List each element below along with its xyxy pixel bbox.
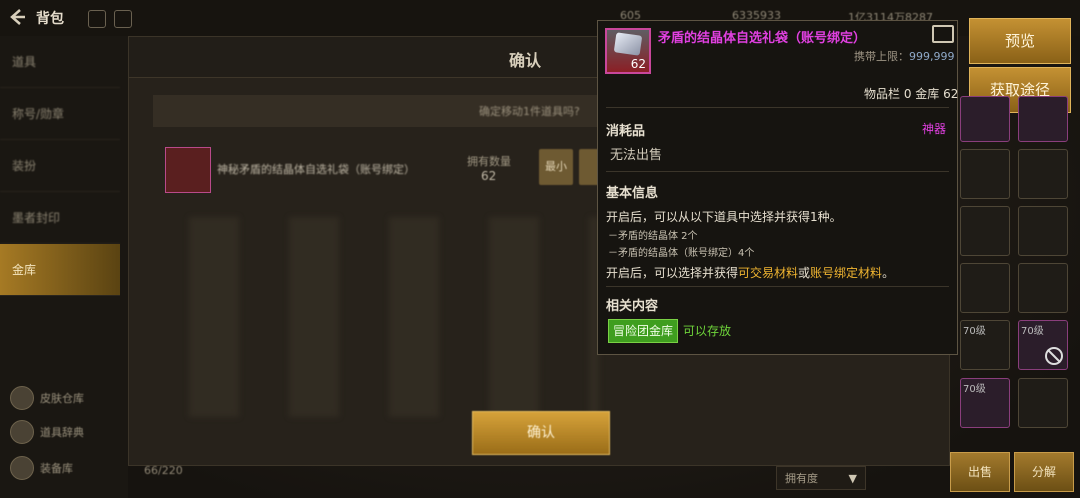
sidebar-item-items[interactable]: 道具 [0,36,120,88]
desc2-pre: 开启后，可以选择并获得 [606,266,739,280]
inventory-slot[interactable] [960,206,1010,256]
skin-storage-icon [10,386,34,410]
sort-dropdown[interactable]: 拥有度 ▼ [776,466,866,490]
inventory-slot[interactable] [1018,96,1068,142]
sidebar-item-avatar[interactable]: 装扮 [0,140,120,192]
inventory-slot[interactable]: 70级 [960,378,1010,428]
sidebar: 道具 称号/勋章 装扮 墨者封印 金库 皮肤仓库 道具辞典 装备库 [0,36,128,498]
inventory-slot[interactable] [1018,263,1068,313]
storage-counts: 物品栏 0 金库 62 [864,87,959,101]
dictionary-icon [10,420,34,444]
description-line-2: 开启后，可以选择并获得可交易材料或账号绑定材料。 [606,264,894,281]
menu-icon[interactable] [114,10,132,28]
slot-level: 70级 [963,384,986,395]
inventory-slot[interactable] [1018,378,1068,428]
skin-storage-label: 皮肤仓库 [40,392,84,405]
desc2-or: 或 [798,266,811,280]
back-arrow-icon[interactable] [6,7,26,27]
preview-button[interactable]: 预览 [969,18,1071,64]
sidebar-item-titles[interactable]: 称号/勋章 [0,88,120,140]
sidebar-equipment-storage[interactable]: 装备库 [10,456,73,480]
help-icon[interactable] [88,10,106,28]
dictionary-label: 道具辞典 [40,426,84,439]
divider [606,286,949,287]
item-name: 矛盾的结晶体自选礼袋（账号绑定） [658,31,867,46]
inventory-slot[interactable]: 70级 [960,320,1010,370]
sell-status: 无法出售 [610,148,663,163]
desc2-bound: 账号绑定材料 [810,266,883,280]
inventory-slot[interactable]: 70级 [1018,320,1068,370]
badge-note: 可以存放 [683,324,732,338]
chevron-down-icon: ▼ [848,472,857,485]
sidebar-item-seal[interactable]: 墨者封印 [0,192,120,244]
owned-count-value: 62 [481,169,497,183]
inventory-slot[interactable] [1018,149,1068,199]
inventory-slot[interactable] [960,96,1010,142]
share-icon[interactable] [932,25,954,43]
carry-limit-value: 999,999 [909,50,955,63]
slot-level: 70级 [963,326,986,337]
item-icon: 62 [605,28,651,74]
sidebar-skin-storage[interactable]: 皮肤仓库 [10,386,84,410]
carry-limit-label: 携带上限： [854,50,909,63]
option-1: －矛盾的结晶体 2个 [608,231,698,242]
related-content-title: 相关内容 [606,299,659,314]
adventure-vault-badge: 冒险团金库 [608,319,679,343]
dialog-item-icon [165,147,211,193]
desc2-tradable: 可交易材料 [738,266,799,280]
capacity-counter: 66/220 [144,464,183,477]
page-title: 背包 [36,11,64,27]
slot-level: 70级 [1021,326,1044,337]
item-rarity: 神器 [922,122,947,136]
item-tooltip: 62 矛盾的结晶体自选礼袋（账号绑定） 携带上限：999,999 物品栏 0 金… [597,20,958,355]
sidebar-item-dictionary[interactable]: 道具辞典 [10,420,84,444]
item-quantity: 62 [630,57,646,71]
dialog-message: 确定移动1件道具吗? [479,105,580,118]
sell-button[interactable]: 出售 [950,452,1010,492]
dialog-item-name: 神秘矛盾的结晶体自选礼袋（账号绑定） [217,163,415,176]
inventory-grid-ghost [139,217,599,417]
basic-info-title: 基本信息 [606,186,659,201]
item-type: 消耗品 [606,124,646,139]
inventory-slot[interactable] [960,149,1010,199]
sort-dropdown-label: 拥有度 [785,472,818,485]
confirm-button[interactable]: 确认 [472,411,610,455]
description-line-1: 开启后，可以从以下道具中选择并获得1种。 [606,210,842,224]
divider [606,107,949,108]
min-quantity-button[interactable]: 最小 [539,149,573,185]
equipment-storage-label: 装备库 [40,462,73,475]
ban-icon [1045,347,1063,365]
disassemble-button[interactable]: 分解 [1014,452,1074,492]
owned-count-label: 拥有数量 [467,155,511,168]
equipment-storage-icon [10,456,34,480]
desc2-end: 。 [882,266,895,280]
dialog-title: 确认 [509,51,542,70]
divider [606,171,949,172]
option-2: －矛盾的结晶体（账号绑定）4个 [608,248,755,259]
crystal-icon [613,32,643,56]
inventory-slot[interactable] [960,263,1010,313]
sidebar-item-vault[interactable]: 金库 [0,244,120,296]
carry-limit: 携带上限：999,999 [854,48,955,64]
inventory-slot[interactable] [1018,206,1068,256]
